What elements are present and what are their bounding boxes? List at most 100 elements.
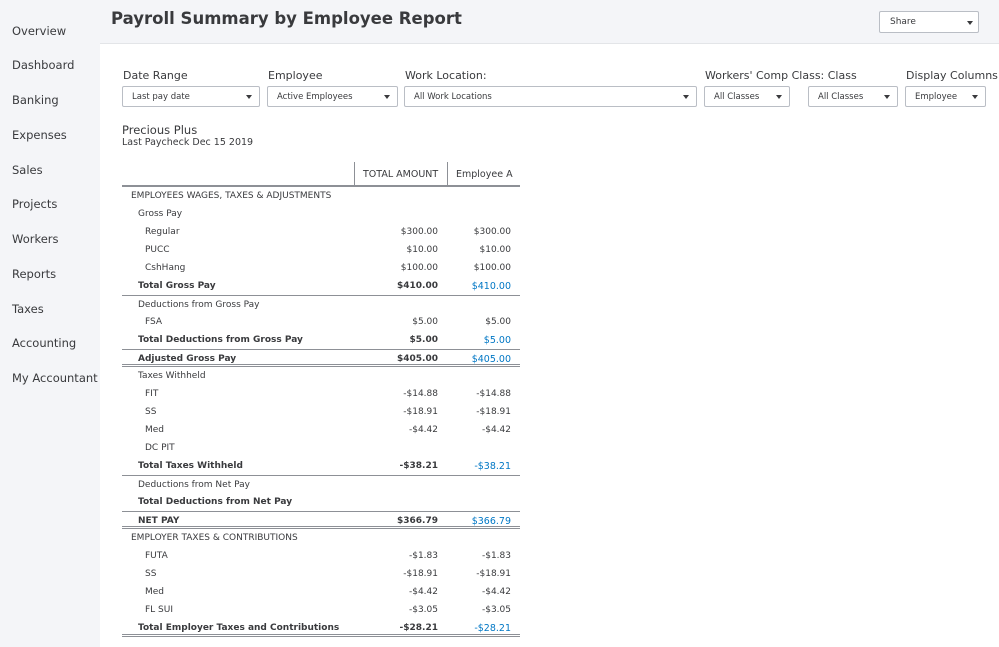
row-label: Med — [145, 587, 165, 597]
class-value: All Classes — [818, 92, 864, 102]
work-location-select[interactable]: All Work Locations — [404, 86, 697, 107]
employee-a-cell: -$1.83 — [481, 551, 511, 561]
sidebar-item-overview[interactable]: Overview — [12, 24, 66, 38]
table-row: Regular $300.00 $300.00 — [122, 223, 520, 241]
table-row: FL SUI -$3.05 -$3.05 — [122, 601, 520, 619]
row-label: Deductions from Gross Pay — [138, 300, 260, 310]
sidebar-item-workers[interactable]: Workers — [12, 232, 59, 246]
share-dropdown[interactable]: Share — [879, 11, 979, 33]
table-row: DC PIT — [122, 439, 520, 457]
table-row: FIT -$14.88 -$14.88 — [122, 385, 520, 403]
total-amount-cell: $300.00 — [400, 227, 438, 237]
work-location-value: All Work Locations — [414, 92, 492, 102]
sidebar-item-taxes[interactable]: Taxes — [12, 302, 44, 316]
table-row: FUTA -$1.83 -$1.83 — [122, 547, 520, 565]
total-amount-cell: -$4.42 — [408, 425, 438, 435]
employee-label: Employee — [268, 69, 323, 82]
comp-class-value: All Classes — [714, 92, 760, 102]
row-label: Total Taxes Withheld — [138, 461, 243, 471]
table-row: PUCC $10.00 $10.00 — [122, 241, 520, 259]
total-amount-cell: $410.00 — [397, 281, 438, 291]
total-amount-cell: -$4.42 — [408, 587, 438, 597]
total-row: Total Deductions from Net Pay — [122, 493, 520, 511]
table-row: SS -$18.91 -$18.91 — [122, 403, 520, 421]
row-label: EMPLOYER TAXES & CONTRIBUTIONS — [131, 533, 298, 543]
chevron-down-icon — [776, 95, 782, 99]
sidebar-nav: Overview Dashboard Banking Expenses Sale… — [0, 0, 100, 647]
table-row: Med -$4.42 -$4.42 — [122, 421, 520, 439]
row-label: Deductions from Net Pay — [138, 480, 250, 490]
group-row: Deductions from Net Pay — [122, 475, 520, 493]
report-column-header: TOTAL AMOUNT Employee A — [122, 162, 520, 187]
sidebar-item-my-accountant[interactable]: My Accountant — [12, 371, 98, 385]
employee-select[interactable]: Active Employees — [267, 86, 398, 107]
row-label: FL SUI — [145, 605, 174, 615]
total-amount-cell: $100.00 — [400, 263, 438, 273]
net-pay-row: NET PAY $366.79 $366.79 — [122, 511, 520, 529]
employee-a-link[interactable]: -$28.21 — [474, 623, 511, 634]
row-label: Total Deductions from Net Pay — [138, 497, 293, 507]
table-row: CshHang $100.00 $100.00 — [122, 259, 520, 277]
employee-a-cell: -$18.91 — [476, 569, 511, 579]
total-amount-cell: -$14.88 — [403, 389, 438, 399]
total-amount-cell: $5.00 — [409, 335, 438, 345]
employee-a-cell: -$4.42 — [481, 587, 511, 597]
sidebar-item-accounting[interactable]: Accounting — [12, 336, 76, 350]
sidebar-item-reports[interactable]: Reports — [12, 267, 56, 281]
sidebar-item-projects[interactable]: Projects — [12, 197, 57, 211]
row-label: Adjusted Gross Pay — [138, 354, 237, 364]
employee-value: Active Employees — [277, 92, 353, 102]
employee-a-cell: $5.00 — [485, 317, 511, 327]
total-row: Total Employer Taxes and Contributions -… — [122, 619, 520, 637]
row-label: Regular — [145, 227, 180, 237]
employee-a-link[interactable]: -$38.21 — [474, 461, 511, 472]
group-row: Deductions from Gross Pay — [122, 295, 520, 313]
total-amount-cell: $405.00 — [397, 354, 438, 364]
row-label: FSA — [145, 317, 163, 327]
total-row: Total Gross Pay $410.00 $410.00 — [122, 277, 520, 295]
row-label: Taxes Withheld — [138, 371, 206, 381]
table-row: SS -$18.91 -$18.91 — [122, 565, 520, 583]
date-range-select[interactable]: Last pay date — [122, 86, 260, 107]
report-subtitle: Last Paycheck Dec 15 2019 — [122, 137, 254, 148]
row-label: DC PIT — [145, 443, 175, 453]
column-divider — [354, 162, 355, 185]
row-label: SS — [145, 407, 157, 417]
row-label: Total Deductions from Gross Pay — [138, 335, 303, 345]
sidebar-item-dashboard[interactable]: Dashboard — [12, 58, 74, 72]
row-label: Total Gross Pay — [138, 281, 216, 291]
sidebar-item-sales[interactable]: Sales — [12, 163, 43, 177]
column-divider — [447, 162, 448, 185]
row-label: FUTA — [145, 551, 168, 561]
employee-a-link[interactable]: $405.00 — [472, 354, 511, 365]
row-label: Med — [145, 425, 165, 435]
row-label: SS — [145, 569, 157, 579]
employee-a-cell: -$18.91 — [476, 407, 511, 417]
employee-a-link[interactable]: $5.00 — [484, 335, 511, 346]
total-amount-cell: -$38.21 — [399, 461, 438, 471]
page-title: Payroll Summary by Employee Report — [111, 9, 462, 28]
column-header-employee-a: Employee A — [456, 169, 513, 180]
employee-a-link[interactable]: $366.79 — [472, 516, 511, 527]
row-label: NET PAY — [138, 516, 180, 526]
page-header: Payroll Summary by Employee Report Share — [100, 0, 999, 44]
total-amount-cell: -$3.05 — [408, 605, 438, 615]
table-row: Med -$4.42 -$4.42 — [122, 583, 520, 601]
row-label: CshHang — [145, 263, 186, 273]
chevron-down-icon — [967, 21, 973, 25]
chevron-down-icon — [884, 95, 890, 99]
display-columns-select[interactable]: Employee — [905, 86, 986, 107]
comp-class-select[interactable]: All Classes — [704, 86, 790, 107]
date-range-value: Last pay date — [132, 92, 190, 102]
total-amount-cell: $10.00 — [406, 245, 439, 255]
sidebar-item-banking[interactable]: Banking — [12, 93, 59, 107]
sidebar-item-expenses[interactable]: Expenses — [12, 128, 67, 142]
employee-a-link[interactable]: $410.00 — [472, 281, 511, 292]
class-select[interactable]: All Classes — [808, 86, 898, 107]
employee-a-cell: -$4.42 — [481, 425, 511, 435]
section-row: EMPLOYEES WAGES, TAXES & ADJUSTMENTS — [122, 187, 520, 205]
total-amount-cell: -$28.21 — [399, 623, 438, 633]
employee-a-cell: $300.00 — [473, 227, 511, 237]
display-columns-value: Employee — [915, 92, 958, 102]
total-amount-cell: -$1.83 — [408, 551, 438, 561]
